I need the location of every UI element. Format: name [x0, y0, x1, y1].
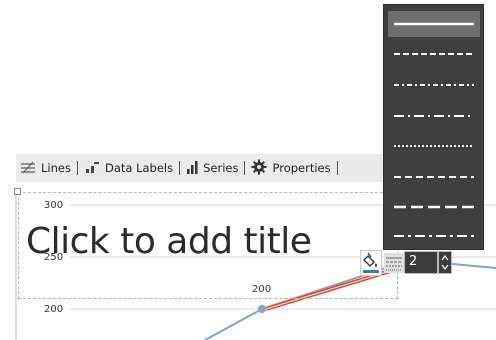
- paint-bucket-button[interactable]: [360, 250, 382, 276]
- lines-button[interactable]: Lines: [16, 154, 75, 182]
- data-labels-label: Data Labels: [104, 161, 174, 175]
- paint-bucket-icon: [363, 252, 379, 273]
- line-width-spinner[interactable]: [438, 251, 452, 274]
- dash-option-dash-dot[interactable]: [388, 103, 480, 129]
- gear-icon: [251, 159, 267, 178]
- lines-icon: [20, 160, 36, 177]
- data-labels-button[interactable]: Data Labels: [80, 154, 177, 182]
- dash-option-dash[interactable]: [388, 41, 480, 67]
- properties-button[interactable]: Properties: [247, 154, 334, 182]
- title-text[interactable]: Click to add title: [26, 221, 312, 262]
- bar-chart-icon: [186, 160, 198, 177]
- y-tick-label: 200: [44, 304, 64, 315]
- dash-style-icon: [386, 257, 402, 271]
- spin-icon: [441, 255, 449, 270]
- line-width-input[interactable]: 2: [404, 251, 438, 274]
- lines-label: Lines: [41, 161, 71, 175]
- toolbar-divider: [179, 161, 181, 175]
- chart-toolbar: Lines Data Labels Series Properties: [16, 154, 416, 182]
- dash-option-dash-dot-dot[interactable]: [388, 72, 480, 98]
- toolbar-divider: [76, 161, 78, 175]
- toolbar-divider: [244, 161, 246, 175]
- series-button[interactable]: Series: [182, 154, 242, 182]
- line-width-toolbar: 2: [360, 250, 452, 276]
- dash-style-menu: [383, 4, 484, 250]
- toolbar-divider: [336, 161, 338, 175]
- data-labels-icon: [84, 160, 100, 177]
- dash-style-button[interactable]: [384, 253, 404, 273]
- properties-label: Properties: [272, 161, 331, 175]
- resize-handle[interactable]: [14, 188, 21, 195]
- dash-option-long-dash-dot[interactable]: [388, 223, 480, 249]
- data-point[interactable]: [258, 305, 266, 313]
- dash-option-dot[interactable]: [388, 133, 480, 159]
- dash-option-solid[interactable]: [388, 11, 480, 37]
- series-label: Series: [203, 161, 239, 175]
- dash-option-long-dash-heavy[interactable]: [388, 194, 480, 220]
- dash-option-long-dash[interactable]: [388, 164, 480, 190]
